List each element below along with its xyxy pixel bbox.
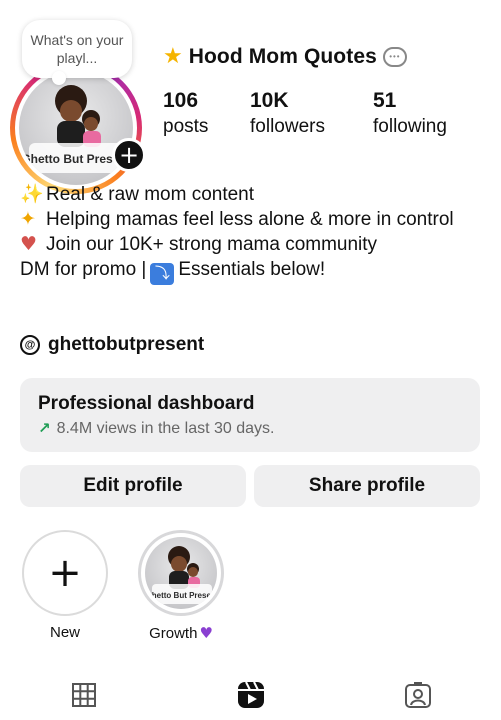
avatar-illustration: Ghetto But Present: [21, 85, 131, 173]
share-profile-button[interactable]: Share profile: [254, 465, 480, 507]
dashboard-subtitle-row: ↗ 8.4M views in the last 30 days.: [38, 418, 462, 440]
highlight-growth-circle[interactable]: Ghetto But Present: [138, 530, 224, 616]
trend-up-icon: ↗: [38, 420, 51, 437]
username: Hood Mom Quotes: [188, 44, 377, 68]
story-ring: Ghetto But Present: [10, 62, 142, 194]
heart-hands-icon: ♥: [20, 233, 38, 255]
threads-handle: ghettobutpresent: [48, 334, 205, 355]
profile-actions: Edit profile Share profile: [20, 465, 480, 507]
arrow-down-box-icon: ⤵: [150, 262, 175, 285]
stat-label: followers: [250, 116, 325, 137]
note-text: What's on your playl...: [30, 32, 124, 66]
grid-icon: [71, 683, 96, 707]
stat-value: 106: [163, 89, 199, 112]
highlight-new[interactable]: + New: [20, 530, 110, 642]
profile-stats: 106 posts 10K followers 51 following: [163, 88, 485, 140]
stat-followers[interactable]: 10K followers: [250, 88, 373, 140]
edit-profile-button[interactable]: Edit profile: [20, 465, 246, 507]
story-highlights: + New Ghetto But Present Growth ♥: [20, 530, 226, 642]
bio-line-4b: Essentials below!: [178, 259, 326, 280]
stat-label: following: [373, 116, 447, 137]
dizzy-icon: ✦: [20, 208, 36, 230]
highlight-logo-text: Ghetto But Present: [146, 591, 217, 600]
profile-avatar[interactable]: Ghetto But Present +: [10, 62, 146, 194]
note-bubble[interactable]: What's on your playl...: [22, 20, 132, 85]
star-icon: ★: [163, 44, 183, 69]
purple-heart-icon: ♥: [199, 624, 213, 642]
reels-icon: [237, 681, 264, 708]
tagged-icon: [404, 682, 431, 708]
tab-tagged[interactable]: [334, 670, 501, 720]
highlight-label: New: [49, 624, 80, 641]
profile-tabs: [0, 670, 501, 720]
avatar-image: Ghetto But Present: [19, 71, 133, 185]
highlight-illustration: Ghetto But Present: [146, 546, 217, 604]
tab-reels[interactable]: [167, 670, 334, 720]
highlight-label: Growth: [149, 624, 198, 642]
dashboard-title: Professional dashboard: [38, 393, 255, 414]
bio-line-3: Join our 10K+ strong mama community: [46, 234, 378, 255]
highlight-new-circle[interactable]: +: [22, 530, 108, 616]
sparkles-icon: ✨: [20, 183, 44, 205]
bio-line-4a: DM for promo |: [20, 259, 147, 280]
stat-following[interactable]: 51 following: [373, 88, 447, 140]
username-row: ★ Hood Mom Quotes •••: [163, 44, 407, 69]
highlight-growth[interactable]: Ghetto But Present Growth ♥: [136, 530, 226, 642]
stat-label: posts: [163, 116, 209, 137]
bio-line-2: Helping mamas feel less alone & more in …: [46, 209, 454, 230]
professional-dashboard[interactable]: Professional dashboard ↗ 8.4M views in t…: [20, 378, 480, 452]
stat-posts[interactable]: 106 posts: [163, 88, 250, 140]
add-story-button[interactable]: +: [112, 138, 146, 172]
dashboard-subtitle: 8.4M views in the last 30 days.: [56, 420, 275, 437]
bio-line-1: Real & raw mom content: [46, 184, 255, 205]
tab-grid[interactable]: [0, 670, 167, 720]
speech-bubble-icon[interactable]: •••: [382, 46, 407, 67]
threads-icon: @: [20, 335, 40, 355]
bio: ✨ Real & raw mom content ✦ Helping mamas f…: [20, 182, 490, 285]
stat-value: 51: [373, 89, 397, 112]
threads-link[interactable]: @ ghettobutpresent: [20, 334, 204, 356]
plus-icon: +: [48, 550, 82, 596]
stat-value: 10K: [250, 89, 289, 112]
